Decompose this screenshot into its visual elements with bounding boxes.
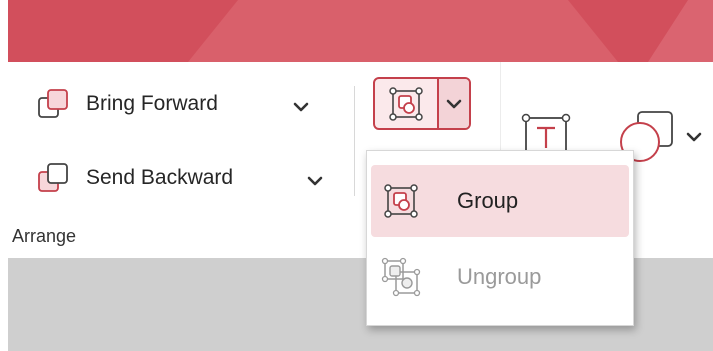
- group-objects-icon: [384, 184, 418, 218]
- group-dropdown-menu: Group Ungroup: [366, 150, 634, 326]
- send-backward-chevron-down-icon[interactable]: [304, 170, 326, 192]
- app-window: Bring Forward Send Backward Arrange Grou…: [0, 0, 713, 351]
- send-backward-button[interactable]: Send Backward: [36, 158, 233, 198]
- bring-forward-label: Bring Forward: [86, 92, 218, 115]
- arrange-group-label: Arrange: [12, 226, 77, 246]
- title-bar-pattern: [188, 0, 713, 62]
- ungroup-objects-icon: [381, 257, 421, 297]
- chevron-down-icon: [446, 99, 462, 108]
- bring-forward-icon: [38, 89, 68, 118]
- group-button[interactable]: [375, 79, 437, 128]
- group-split-button[interactable]: [373, 77, 471, 130]
- bring-forward-button[interactable]: Bring Forward: [36, 84, 218, 124]
- group-objects-icon: [389, 86, 423, 121]
- window-edge: [0, 0, 8, 351]
- send-backward-icon: [38, 163, 68, 192]
- send-backward-label: Send Backward: [86, 166, 234, 189]
- group-dropdown-button[interactable]: [439, 79, 469, 128]
- menu-item-group[interactable]: Group: [371, 165, 629, 237]
- bring-forward-chevron-down-icon[interactable]: [290, 96, 312, 118]
- menu-item-ungroup[interactable]: Ungroup: [371, 241, 629, 313]
- title-bar: [8, 0, 713, 62]
- menu-item-ungroup-label: Ungroup: [457, 264, 542, 289]
- menu-item-group-label: Group: [457, 188, 519, 213]
- ribbon-separator: [354, 86, 355, 196]
